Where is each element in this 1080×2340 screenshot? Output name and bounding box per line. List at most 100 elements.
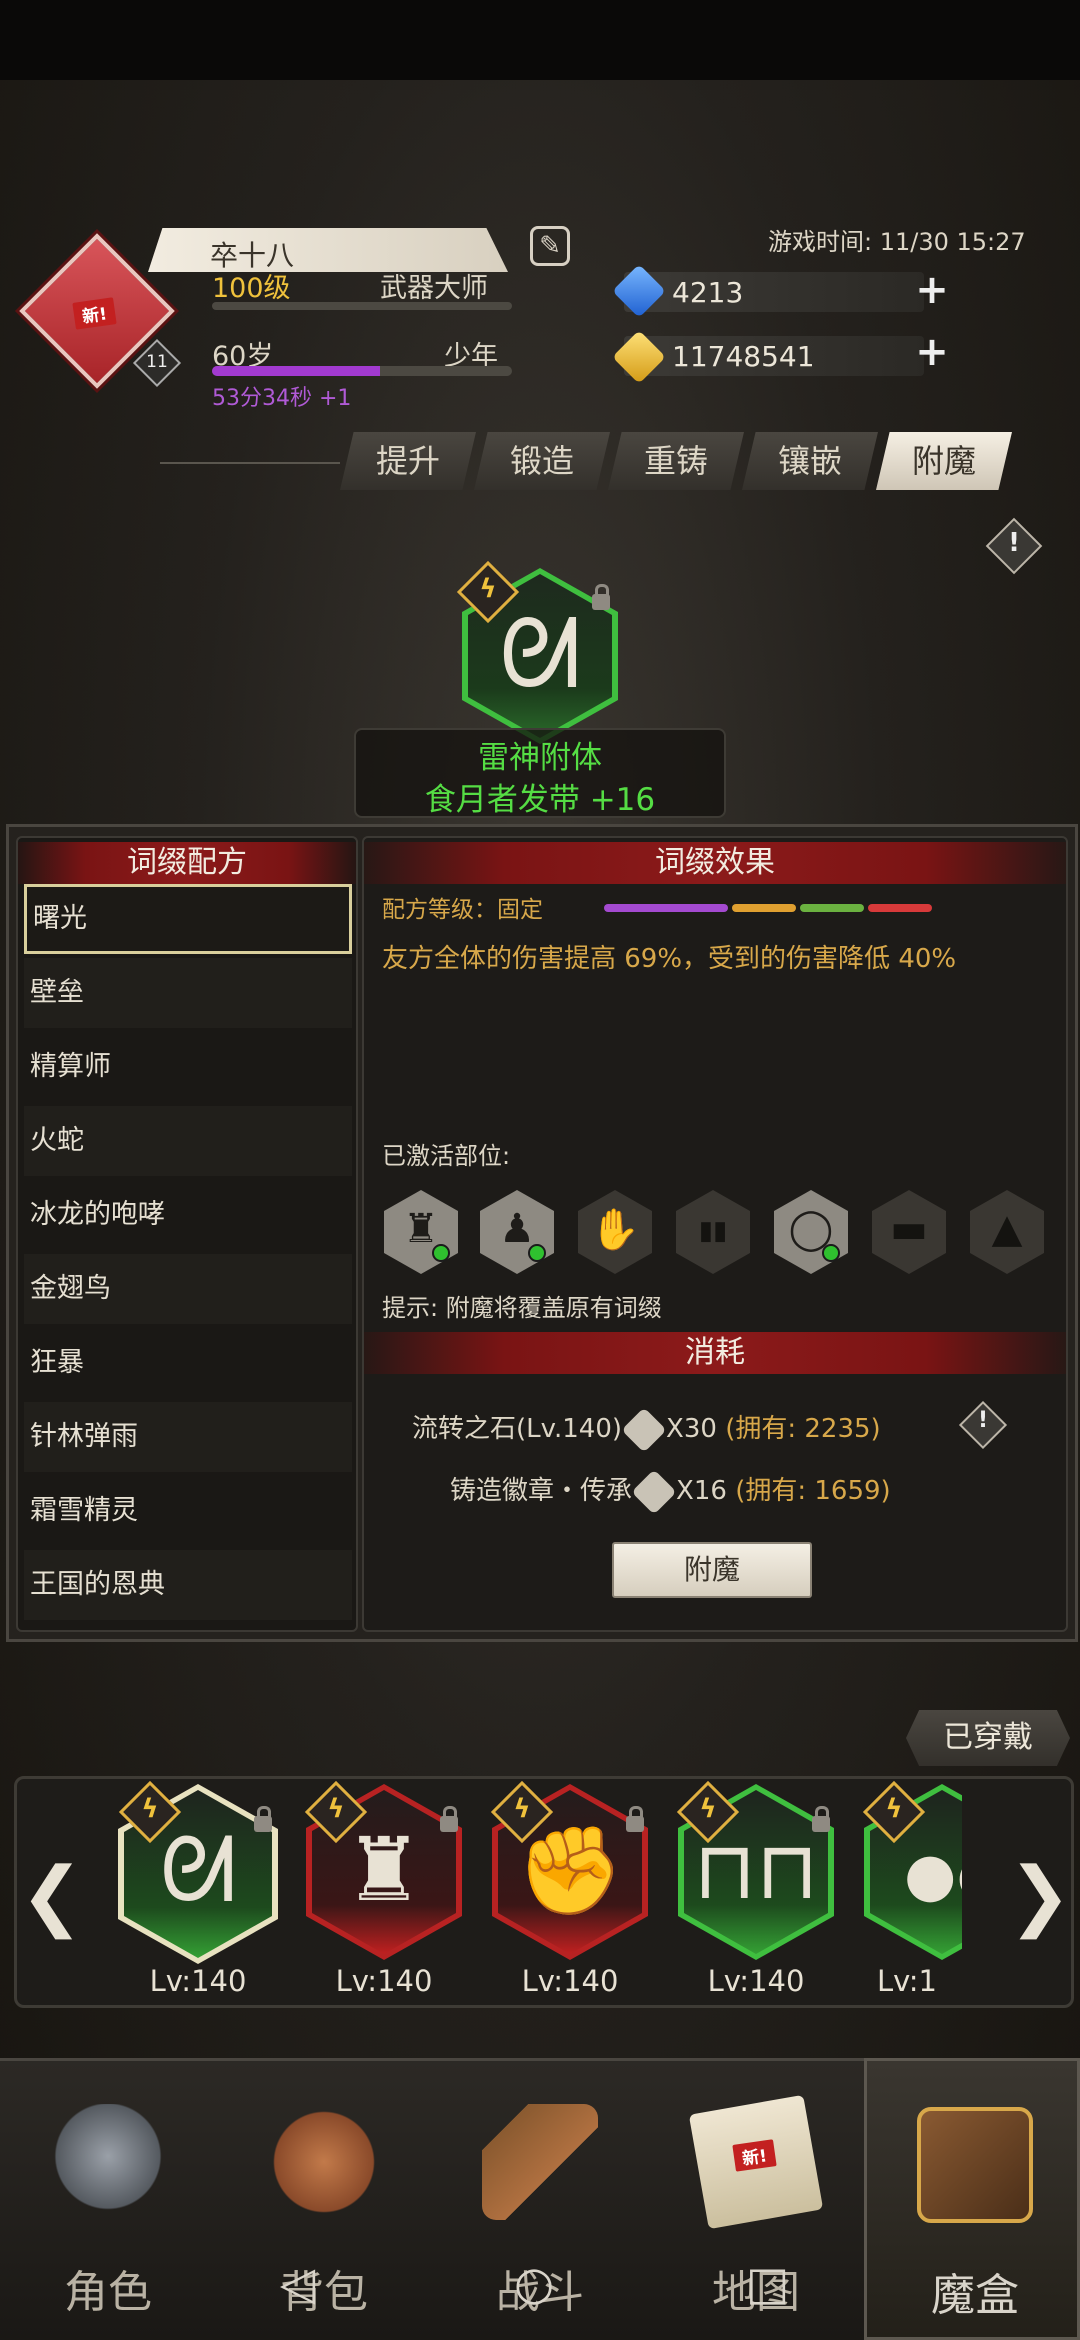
thunder-icon: ϟ bbox=[479, 574, 497, 604]
tab-upgrade[interactable]: 提升 bbox=[340, 432, 476, 490]
home-icon[interactable]: ○ bbox=[514, 2256, 554, 2310]
boots-icon: ⊓⊓ bbox=[693, 1824, 819, 1917]
active-dot bbox=[432, 1244, 450, 1262]
thunder-icon: ϟ bbox=[141, 1794, 159, 1824]
back-icon[interactable]: ◁ bbox=[280, 2256, 315, 2310]
quality-bar-green bbox=[800, 904, 864, 912]
age-progress-fill bbox=[212, 366, 380, 376]
list-item[interactable]: 针林弹雨 bbox=[24, 1402, 352, 1472]
lock-icon bbox=[592, 584, 610, 610]
next-arrow-icon[interactable]: ❯ bbox=[1008, 1850, 1072, 1939]
magic-cube-icon bbox=[917, 2107, 1033, 2223]
player-level: 100级 bbox=[212, 273, 291, 304]
stone-icon bbox=[621, 1406, 667, 1453]
lock-icon bbox=[626, 1806, 644, 1832]
list-item[interactable]: 火蛇 bbox=[24, 1106, 352, 1176]
sword-shield-icon bbox=[482, 2104, 598, 2220]
age-timer: 53分34秒 +1 bbox=[212, 386, 352, 411]
tab-inlay[interactable]: 镶嵌 bbox=[742, 432, 878, 490]
nav-label: 角色 bbox=[64, 2267, 152, 2318]
age-progress-bar bbox=[212, 366, 512, 376]
nav-magicbox[interactable]: 魔盒 bbox=[864, 2058, 1080, 2340]
level-bar bbox=[212, 302, 512, 310]
enchant-name: 雷神附体 bbox=[478, 740, 602, 776]
cost-badge-name: 铸造徽章・传承 bbox=[450, 1476, 633, 1506]
list-item[interactable]: 霜雪精灵 bbox=[24, 1476, 352, 1546]
gold-counter: 11748541 bbox=[624, 336, 924, 376]
badge-icon bbox=[631, 1468, 677, 1515]
add-diamond-button[interactable]: + bbox=[914, 270, 950, 310]
belt-icon: ▬ bbox=[890, 1206, 928, 1252]
enchant-button[interactable]: 附魔 bbox=[612, 1542, 812, 1598]
lock-icon bbox=[812, 1806, 830, 1832]
thunder-icon: ϟ bbox=[513, 1794, 531, 1824]
tab-forge[interactable]: 锻造 bbox=[474, 432, 610, 490]
cost-badge-qty: X16 bbox=[676, 1476, 727, 1506]
status-bar bbox=[0, 0, 1080, 80]
ring-icon: ◯ bbox=[788, 1206, 834, 1252]
nav-bag[interactable]: 背包 bbox=[216, 2058, 432, 2340]
cost-line-stone: 流转之石(Lv.140) X30 (拥有: 2235) bbox=[412, 1406, 881, 1453]
enchant-hint: 提示: 附魔将覆盖原有词缀 bbox=[382, 1294, 662, 1322]
nav-character[interactable]: 角色 bbox=[0, 2058, 216, 2340]
recents-icon[interactable]: □ bbox=[746, 2256, 789, 2310]
equipped-level: Lv:140 bbox=[707, 1964, 805, 1998]
edit-icon[interactable]: ✎ bbox=[530, 226, 570, 266]
recipe-level: 配方等级：固定 bbox=[382, 897, 543, 923]
cost-stone-qty: X30 bbox=[666, 1414, 717, 1444]
quality-bar-purple bbox=[604, 904, 728, 912]
list-item[interactable]: 金翅鸟 bbox=[24, 1254, 352, 1324]
list-item[interactable]: 狂暴 bbox=[24, 1328, 352, 1398]
nav-label: 背包 bbox=[280, 2267, 368, 2318]
effect-description: 友方全体的伤害提高 69%，受到的伤害降低 40% bbox=[382, 944, 957, 974]
quality-bar-orange bbox=[732, 904, 796, 912]
equipped-level: Lv:140 bbox=[335, 1964, 433, 1998]
new-tag: 新! bbox=[72, 297, 117, 330]
quality-bar-red bbox=[868, 904, 932, 912]
thunder-icon: ϟ bbox=[699, 1794, 717, 1824]
gold-value: 11748541 bbox=[672, 340, 815, 373]
player-title: 武器大师 bbox=[380, 273, 488, 304]
gloves-icon: ✋ bbox=[590, 1207, 640, 1253]
tab-divider bbox=[160, 462, 340, 464]
equipped-level: Lv:1 bbox=[877, 1964, 937, 1998]
affix-list-header: 词缀配方 bbox=[18, 842, 356, 884]
cost-line-badge: 铸造徽章・传承 X16 (拥有: 1659) bbox=[450, 1468, 891, 1515]
lock-icon bbox=[254, 1806, 272, 1832]
badge-level: 11 bbox=[146, 352, 168, 372]
boots-icon: ▮▮ bbox=[698, 1216, 728, 1246]
info-icon-mark: ! bbox=[1008, 528, 1020, 558]
prev-arrow-icon[interactable]: ❮ bbox=[20, 1850, 84, 1939]
list-item[interactable]: 王国的恩典 bbox=[24, 1550, 352, 1620]
item-name: 食月者发带 +16 bbox=[424, 782, 656, 818]
cost-stone-name: 流转之石(Lv.140) bbox=[412, 1414, 623, 1444]
backpack-icon bbox=[266, 2104, 382, 2220]
cost-badge-owned: (拥有: 1659) bbox=[735, 1476, 891, 1506]
list-item[interactable]: 精算师 bbox=[24, 1032, 352, 1102]
diamond-value: 4213 bbox=[672, 276, 744, 309]
active-dot bbox=[822, 1244, 840, 1262]
cost-stone-owned: (拥有: 2235) bbox=[725, 1414, 881, 1444]
thunder-icon: ϟ bbox=[885, 1794, 903, 1824]
equipped-tag[interactable]: 已穿戴 bbox=[906, 1710, 1070, 1766]
affix-effect-header: 词缀效果 bbox=[364, 842, 1066, 884]
list-item[interactable]: 壁垒 bbox=[24, 958, 352, 1028]
game-time: 游戏时间: 11/30 15:27 bbox=[768, 228, 1026, 256]
nav-label: 魔盒 bbox=[931, 2270, 1019, 2321]
cost-info-mark: ! bbox=[977, 1408, 989, 1433]
equipped-level: Lv:140 bbox=[521, 1964, 619, 1998]
cloak-icon: ▲ bbox=[991, 1206, 1023, 1252]
thunder-icon: ϟ bbox=[327, 1794, 345, 1824]
tab-reforge[interactable]: 重铸 bbox=[608, 432, 744, 490]
lock-icon bbox=[440, 1806, 458, 1832]
list-item[interactable]: 曙光 bbox=[24, 884, 352, 954]
add-gold-button[interactable]: + bbox=[914, 332, 950, 372]
armor-icon: ♟ bbox=[499, 1206, 535, 1252]
new-tag: 新! bbox=[732, 2139, 777, 2172]
helmet-icon bbox=[50, 2104, 166, 2220]
list-item[interactable]: 冰龙的咆哮 bbox=[24, 1180, 352, 1250]
activated-label: 已激活部位: bbox=[382, 1142, 511, 1170]
diamond-counter: 4213 bbox=[624, 272, 924, 312]
character-emblem[interactable]: 新! 11 bbox=[19, 233, 182, 389]
tab-enchant[interactable]: 附魔 bbox=[876, 432, 1012, 490]
